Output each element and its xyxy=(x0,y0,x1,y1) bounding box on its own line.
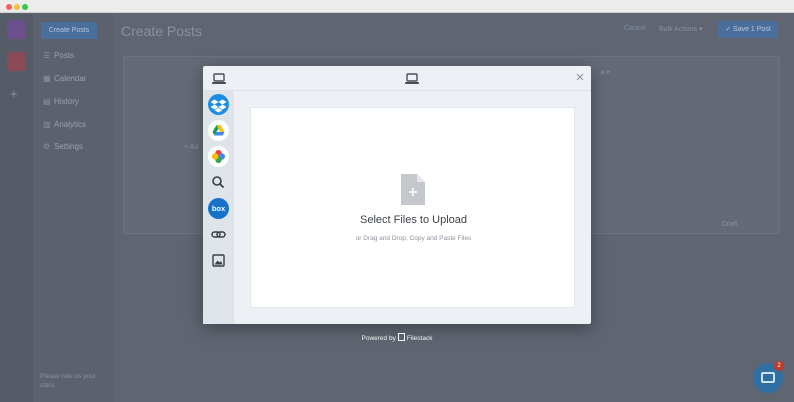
sidebar-item-settings[interactable]: ⚙ Settings xyxy=(43,142,83,151)
source-my-device[interactable] xyxy=(211,72,227,86)
file-add-icon xyxy=(401,174,425,205)
chat-icon xyxy=(761,372,775,383)
file-drop-zone[interactable]: Select Files to Upload or Drag and Drop,… xyxy=(250,107,575,308)
link-icon xyxy=(211,231,226,238)
sidebar-item-analytics[interactable]: ▥ Analytics xyxy=(43,120,86,129)
google-photos-icon xyxy=(212,150,225,163)
gear-icon: ⚙ xyxy=(43,142,51,151)
sidebar-item-posts[interactable]: ☰ Posts xyxy=(43,51,74,60)
history-icon: ▤ xyxy=(43,97,51,106)
save-post-button[interactable]: ✓ Save 1 Post xyxy=(718,21,778,38)
source-link[interactable] xyxy=(208,224,229,245)
modal-header: × xyxy=(203,66,591,91)
source-google-photos[interactable] xyxy=(208,146,229,167)
sidebar-item-label: Analytics xyxy=(54,120,87,129)
search-icon xyxy=(212,176,225,189)
powered-by-footer: Powered by Filestack xyxy=(0,333,794,342)
source-box[interactable]: box xyxy=(208,198,229,219)
chat-unread-badge: 2 xyxy=(774,361,784,371)
google-drive-icon xyxy=(212,125,225,136)
source-list: box xyxy=(203,91,234,324)
source-image-search[interactable] xyxy=(208,250,229,271)
file-picker-modal: × box Select Files to Upload or Drag and… xyxy=(203,66,591,324)
add-workspace-button[interactable]: + xyxy=(10,86,18,101)
drop-zone-subtitle: or Drag and Drop, Copy and Paste Files xyxy=(355,235,472,242)
image-icon xyxy=(212,254,225,267)
list-icon: ☰ xyxy=(43,51,51,60)
drop-zone-title: Select Files to Upload xyxy=(360,214,467,226)
dropbox-icon xyxy=(210,99,227,113)
sidebar-item-history[interactable]: ▤ History xyxy=(43,97,79,106)
source-web-search[interactable] xyxy=(208,172,229,193)
box-icon: box xyxy=(211,204,226,213)
filestack-brand[interactable]: Filestack xyxy=(407,335,433,342)
create-posts-button[interactable]: Create Posts xyxy=(41,22,97,39)
card-controls[interactable]: …al ▾ xyxy=(594,69,609,76)
laptop-icon xyxy=(405,73,419,84)
bulk-actions-dropdown[interactable]: Bulk Actions ▾ xyxy=(659,25,703,33)
page-title: Create Posts xyxy=(121,23,202,39)
add-content-link[interactable]: + Ad xyxy=(184,144,198,151)
window-titlebar xyxy=(0,0,794,13)
sidebar-item-label: Calendar xyxy=(54,74,87,83)
analytics-icon: ▥ xyxy=(43,120,51,129)
zoom-window-button[interactable] xyxy=(22,4,28,10)
source-dropbox[interactable] xyxy=(208,94,229,115)
workspace-avatar[interactable] xyxy=(7,52,26,71)
minimize-window-button[interactable] xyxy=(14,4,20,10)
close-icon[interactable]: × xyxy=(572,69,588,87)
sidebar-item-label: Posts xyxy=(54,51,75,60)
source-google-drive[interactable] xyxy=(208,120,229,141)
calendar-icon: ▦ xyxy=(43,74,51,83)
sidebar-item-calendar[interactable]: ▦ Calendar xyxy=(43,74,86,83)
filestack-logo-icon xyxy=(397,333,405,341)
laptop-icon xyxy=(212,73,226,84)
workspace-rail: + xyxy=(0,14,33,402)
sidebar: Create Posts ☰ Posts ▦ Calendar ▤ History ▥… xyxy=(33,14,113,402)
sidebar-item-label: Settings xyxy=(54,142,83,151)
workspace-avatar[interactable] xyxy=(7,20,26,39)
cancel-link[interactable]: Cancel xyxy=(624,25,646,32)
rate-us-text[interactable]: Please rate us your stars xyxy=(40,372,106,390)
draft-status: Draft xyxy=(722,221,738,228)
chat-launcher-button[interactable]: 2 xyxy=(753,361,784,393)
powered-by-label: Powered by xyxy=(361,335,396,342)
close-window-button[interactable] xyxy=(6,4,12,10)
sidebar-item-label: History xyxy=(54,97,79,106)
